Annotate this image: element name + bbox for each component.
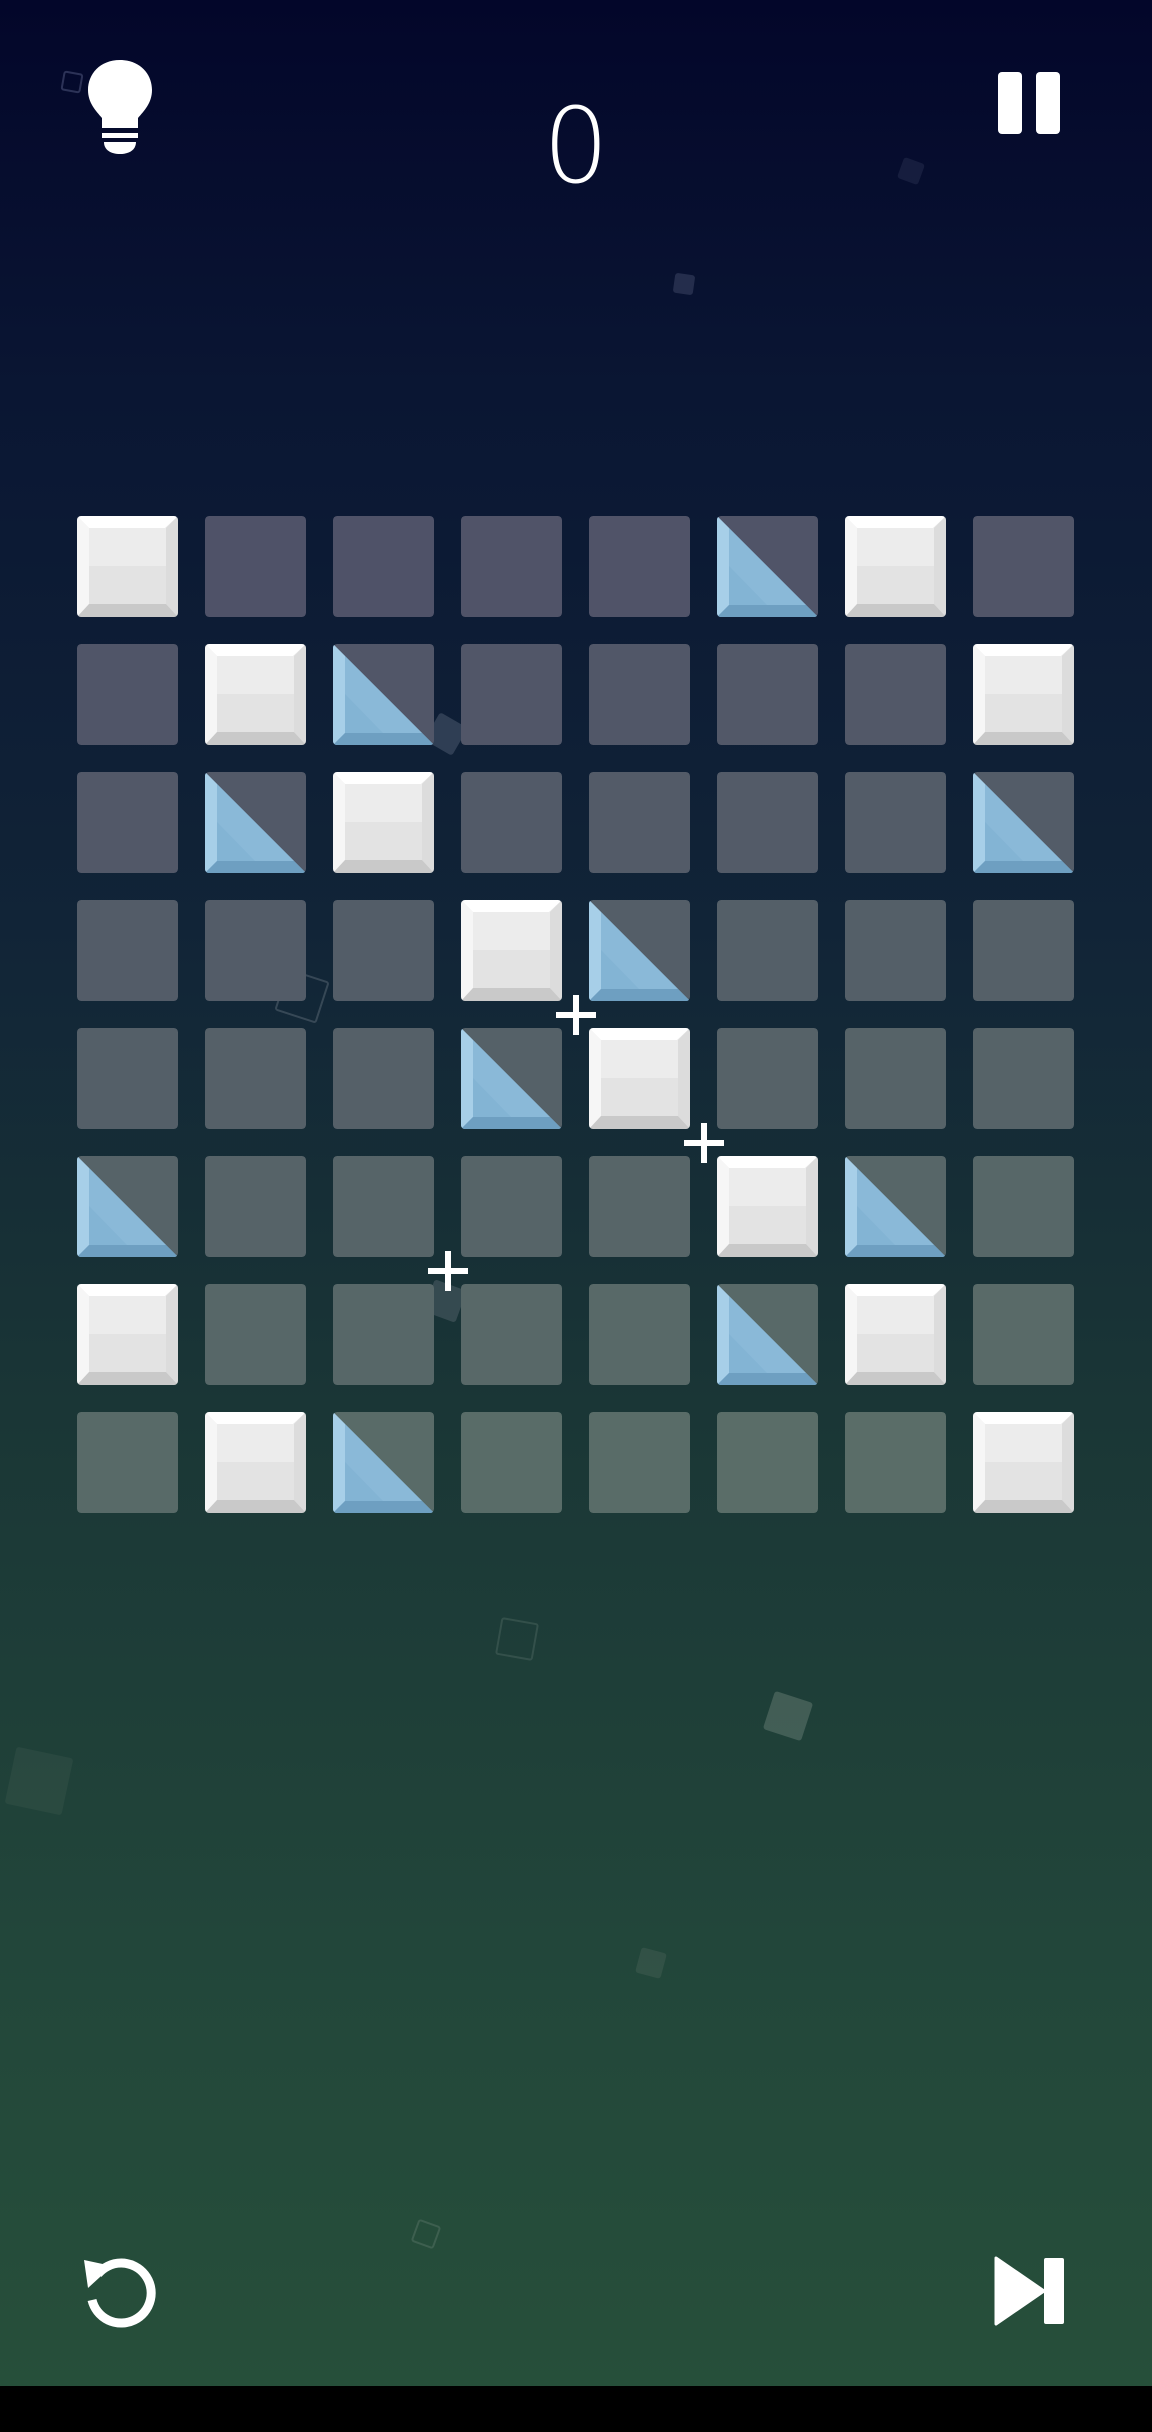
blue-mirror-tile[interactable]: [461, 1028, 562, 1129]
empty-cell[interactable]: [77, 644, 178, 745]
empty-cell[interactable]: [589, 1412, 690, 1513]
blue-mirror-tile[interactable]: [333, 644, 434, 745]
empty-cell[interactable]: [717, 772, 818, 873]
white-block[interactable]: [205, 1412, 306, 1513]
empty-cell[interactable]: [461, 1156, 562, 1257]
empty-cell[interactable]: [333, 900, 434, 1001]
background-particle: [762, 1690, 814, 1742]
white-block[interactable]: [845, 1284, 946, 1385]
empty-cell[interactable]: [461, 1412, 562, 1513]
empty-cell[interactable]: [77, 772, 178, 873]
white-block[interactable]: [333, 772, 434, 873]
white-block[interactable]: [205, 644, 306, 745]
white-block[interactable]: [845, 516, 946, 617]
background-particle: [410, 2218, 442, 2250]
empty-cell[interactable]: [77, 1028, 178, 1129]
blue-mirror-tile[interactable]: [205, 772, 306, 873]
white-block[interactable]: [973, 1412, 1074, 1513]
empty-cell[interactable]: [77, 1412, 178, 1513]
empty-cell[interactable]: [205, 1284, 306, 1385]
empty-cell[interactable]: [333, 516, 434, 617]
blue-mirror-tile[interactable]: [77, 1156, 178, 1257]
empty-cell[interactable]: [717, 644, 818, 745]
empty-cell[interactable]: [717, 1028, 818, 1129]
empty-cell[interactable]: [845, 644, 946, 745]
empty-cell[interactable]: [77, 900, 178, 1001]
empty-cell[interactable]: [205, 1156, 306, 1257]
empty-cell[interactable]: [845, 772, 946, 873]
pause-icon: [998, 72, 1060, 134]
empty-cell[interactable]: [973, 1156, 1074, 1257]
empty-cell[interactable]: [461, 1284, 562, 1385]
empty-cell[interactable]: [845, 900, 946, 1001]
white-block[interactable]: [973, 644, 1074, 745]
background-particle: [494, 1616, 540, 1662]
restart-button[interactable]: [80, 2252, 160, 2332]
empty-cell[interactable]: [333, 1028, 434, 1129]
empty-cell[interactable]: [973, 900, 1074, 1001]
empty-cell[interactable]: [717, 1412, 818, 1513]
blue-mirror-tile[interactable]: [973, 772, 1074, 873]
skip-button[interactable]: [994, 2256, 1066, 2326]
empty-cell[interactable]: [333, 1284, 434, 1385]
background-particle: [4, 1746, 74, 1816]
pause-button[interactable]: [996, 70, 1062, 136]
empty-cell[interactable]: [845, 1028, 946, 1129]
empty-cell[interactable]: [589, 516, 690, 617]
system-navigation-bar: [0, 2386, 1152, 2432]
empty-cell[interactable]: [333, 1156, 434, 1257]
empty-cell[interactable]: [973, 1028, 1074, 1129]
empty-cell[interactable]: [973, 516, 1074, 617]
empty-cell[interactable]: [205, 1028, 306, 1129]
skip-next-icon: [994, 2256, 1064, 2326]
lightbulb-icon: [88, 60, 152, 154]
white-block[interactable]: [77, 1284, 178, 1385]
empty-cell[interactable]: [461, 644, 562, 745]
empty-cell[interactable]: [205, 900, 306, 1001]
white-block[interactable]: [461, 900, 562, 1001]
blue-mirror-tile[interactable]: [589, 900, 690, 1001]
hint-button[interactable]: [80, 56, 160, 156]
white-block[interactable]: [77, 516, 178, 617]
empty-cell[interactable]: [589, 644, 690, 745]
empty-cell[interactable]: [845, 1412, 946, 1513]
blue-mirror-tile[interactable]: [845, 1156, 946, 1257]
white-block[interactable]: [717, 1156, 818, 1257]
empty-cell[interactable]: [205, 516, 306, 617]
empty-cell[interactable]: [973, 1284, 1074, 1385]
white-block[interactable]: [589, 1028, 690, 1129]
puzzle-board: [77, 516, 1075, 1514]
background-particle: [635, 1947, 667, 1979]
restart-icon: [84, 2258, 156, 2328]
empty-cell[interactable]: [589, 1156, 690, 1257]
empty-cell[interactable]: [589, 1284, 690, 1385]
blue-mirror-tile[interactable]: [717, 516, 818, 617]
blue-mirror-tile[interactable]: [333, 1412, 434, 1513]
blue-mirror-tile[interactable]: [717, 1284, 818, 1385]
empty-cell[interactable]: [589, 772, 690, 873]
empty-cell[interactable]: [717, 900, 818, 1001]
empty-cell[interactable]: [461, 516, 562, 617]
background-particle: [672, 272, 696, 296]
background-particle: [896, 156, 926, 186]
empty-cell[interactable]: [461, 772, 562, 873]
score-display: 0: [542, 85, 610, 207]
